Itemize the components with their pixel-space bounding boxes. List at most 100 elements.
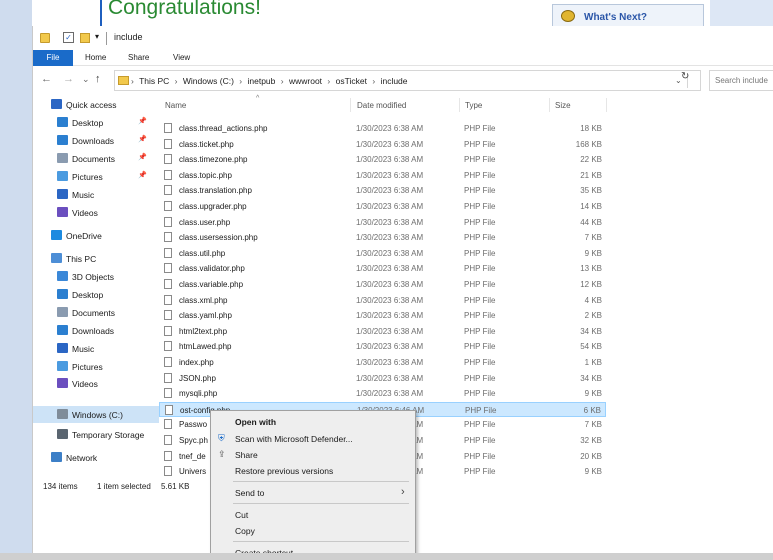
file-type: PHP File bbox=[464, 248, 496, 258]
customize-toolbar-icon[interactable]: ▾ bbox=[95, 32, 99, 44]
title-bar: ✓ ▾ include bbox=[33, 26, 773, 50]
file-size: 32 KB bbox=[580, 436, 602, 445]
file-name: class.translation.php bbox=[179, 186, 252, 196]
php-file-icon bbox=[164, 466, 172, 477]
sidebar-item-this-pc[interactable]: This PC bbox=[33, 250, 159, 267]
file-type: PHP File bbox=[464, 233, 496, 243]
breadcrumb-this-pc[interactable]: This PC bbox=[139, 76, 169, 86]
file-row[interactable]: class.timezone.php 1/30/2023 6:38 AM PHP F… bbox=[159, 152, 606, 168]
file-size: 13 KB bbox=[580, 264, 602, 274]
properties-icon[interactable]: ✓ bbox=[63, 32, 74, 43]
file-row[interactable]: class.validator.php 1/30/2023 6:38 AM PHP … bbox=[159, 261, 606, 277]
sidebar-item-downloads[interactable]: Downloads 📌 bbox=[33, 132, 159, 149]
menu-item-scan-defender[interactable]: ⛨ Scan with Microsoft Defender... bbox=[211, 430, 415, 446]
file-size: 44 KB bbox=[580, 217, 602, 227]
sidebar-item-network[interactable]: Network bbox=[33, 449, 159, 466]
file-row[interactable]: class.usersession.php 1/30/2023 6:38 AM PH… bbox=[159, 230, 606, 246]
file-date: 1/30/2023 6:38 AM bbox=[356, 233, 424, 243]
chevron-right-icon[interactable]: › bbox=[175, 76, 178, 86]
menu-separator bbox=[233, 481, 409, 482]
chevron-right-icon[interactable]: › bbox=[239, 76, 242, 86]
chevron-right-icon[interactable]: › bbox=[327, 76, 330, 86]
breadcrumb-inetpub[interactable]: inetpub bbox=[248, 76, 276, 86]
whats-next-box[interactable]: What's Next? bbox=[552, 4, 704, 28]
sidebar-item-temporary-storage[interactable]: Temporary Storage bbox=[33, 426, 159, 443]
file-row[interactable]: class.variable.php 1/30/2023 6:38 AM PHP F… bbox=[159, 277, 606, 293]
file-row[interactable]: class.xml.php 1/30/2023 6:38 AM PHP File 4 … bbox=[159, 293, 606, 309]
sidebar-item-videos[interactable]: Videos bbox=[33, 204, 159, 221]
file-type: PHP File bbox=[465, 405, 497, 415]
php-file-icon bbox=[164, 357, 172, 367]
downloads-icon bbox=[57, 135, 68, 145]
tab-file[interactable]: File bbox=[33, 50, 73, 66]
sidebar-item-documents[interactable]: Documents bbox=[33, 304, 159, 321]
navigation-bar: ← → ⌄ ↑ › This PC › Windows (C:) › inetp… bbox=[33, 66, 773, 96]
sidebar-item-windows-c[interactable]: Windows (C:) bbox=[33, 406, 159, 423]
breadcrumb-include[interactable]: include bbox=[381, 76, 408, 86]
forward-arrow-icon[interactable]: → bbox=[63, 73, 74, 85]
sidebar-item-pictures[interactable]: Pictures 📌 bbox=[33, 168, 159, 185]
sidebar-item-music[interactable]: Music bbox=[33, 340, 159, 357]
file-row[interactable]: class.user.php 1/30/2023 6:38 AM PHP File 4… bbox=[159, 215, 606, 231]
file-row[interactable]: class.yaml.php 1/30/2023 6:38 AM PHP File 2… bbox=[159, 308, 606, 324]
breadcrumb-windows-c[interactable]: Windows (C:) bbox=[183, 76, 234, 86]
column-header-size[interactable]: Size bbox=[555, 101, 571, 110]
file-date: 1/30/2023 6:38 AM bbox=[356, 124, 424, 133]
documents-icon bbox=[57, 307, 68, 317]
file-row[interactable]: mysqli.php 1/30/2023 6:38 AM PHP File 9 KB bbox=[159, 386, 606, 402]
address-bar[interactable]: › This PC › Windows (C:) › inetpub › www… bbox=[114, 70, 701, 91]
column-divider[interactable] bbox=[606, 98, 607, 112]
sidebar-item-3d-objects[interactable]: 3D Objects bbox=[33, 268, 159, 285]
file-row[interactable]: class.translation.php 1/30/2023 6:38 AM PH… bbox=[159, 183, 606, 199]
cube-icon bbox=[57, 271, 68, 281]
sidebar-item-documents[interactable]: Documents 📌 bbox=[33, 150, 159, 167]
sidebar-item-quick-access[interactable]: Quick access bbox=[33, 96, 159, 113]
recent-locations-icon[interactable]: ⌄ bbox=[82, 74, 90, 85]
menu-item-restore-versions[interactable]: Restore previous versions bbox=[211, 462, 415, 478]
column-divider[interactable] bbox=[350, 98, 351, 112]
refresh-icon[interactable]: ↻ bbox=[681, 71, 689, 82]
computer-icon bbox=[51, 253, 62, 263]
menu-item-share[interactable]: ⇪ Share bbox=[211, 446, 415, 462]
file-row[interactable]: class.upgrader.php 1/30/2023 6:38 AM PHP F… bbox=[159, 199, 606, 215]
sidebar-item-pictures[interactable]: Pictures bbox=[33, 358, 159, 375]
ribbon-tabs: File Home Share View bbox=[33, 50, 773, 66]
file-row[interactable]: JSON.php 1/30/2023 6:38 AM PHP File 34 KB bbox=[159, 371, 606, 387]
desktop-icon bbox=[57, 117, 68, 127]
sidebar-item-desktop[interactable]: Desktop 📌 bbox=[33, 114, 159, 131]
sidebar-item-downloads[interactable]: Downloads bbox=[33, 322, 159, 339]
sidebar-item-desktop[interactable]: Desktop bbox=[33, 286, 159, 303]
file-type: PHP File bbox=[464, 202, 496, 211]
column-header-name[interactable]: Name bbox=[165, 101, 186, 110]
up-arrow-icon[interactable]: ↑ bbox=[95, 73, 101, 85]
column-header-type[interactable]: Type bbox=[465, 101, 482, 110]
file-row[interactable]: class.ticket.php 1/30/2023 6:38 AM PHP Fil… bbox=[159, 137, 606, 153]
menu-item-send-to[interactable]: Send to › bbox=[211, 484, 415, 500]
file-row[interactable]: htmLawed.php 1/30/2023 6:38 AM PHP File 54 … bbox=[159, 339, 606, 355]
back-arrow-icon[interactable]: ← bbox=[41, 73, 52, 85]
column-divider[interactable] bbox=[459, 98, 460, 112]
menu-item-open-with[interactable]: Open with bbox=[211, 413, 415, 429]
file-row[interactable]: index.php 1/30/2023 6:38 AM PHP File 1 KB bbox=[159, 355, 606, 371]
breadcrumb-osticket[interactable]: osTicket bbox=[336, 76, 367, 86]
chevron-right-icon[interactable]: › bbox=[281, 76, 284, 86]
chevron-right-icon[interactable]: › bbox=[372, 76, 375, 86]
search-input[interactable]: Search include bbox=[709, 70, 773, 91]
sidebar-item-music[interactable]: Music bbox=[33, 186, 159, 203]
file-row[interactable]: class.util.php 1/30/2023 6:38 AM PHP File 9… bbox=[159, 246, 606, 262]
file-row[interactable]: html2text.php 1/30/2023 6:38 AM PHP File 34… bbox=[159, 324, 606, 340]
sidebar-item-onedrive[interactable]: OneDrive bbox=[33, 227, 159, 244]
menu-item-cut[interactable]: Cut bbox=[211, 506, 415, 522]
breadcrumb-wwwroot[interactable]: wwwroot bbox=[289, 76, 322, 86]
column-divider[interactable] bbox=[549, 98, 550, 112]
column-header-date[interactable]: Date modified bbox=[357, 101, 406, 110]
tab-view[interactable]: View bbox=[173, 50, 190, 66]
tab-home[interactable]: Home bbox=[85, 50, 106, 66]
file-row[interactable]: class.thread_actions.php 1/30/2023 6:38 A… bbox=[159, 121, 606, 137]
sidebar-item-videos[interactable]: Videos bbox=[33, 375, 159, 392]
file-row[interactable]: class.topic.php 1/30/2023 6:38 AM PHP File… bbox=[159, 168, 606, 184]
new-folder-icon[interactable] bbox=[80, 33, 90, 43]
file-date: 1/30/2023 6:38 AM bbox=[356, 248, 424, 258]
tab-share[interactable]: Share bbox=[128, 50, 149, 66]
menu-item-copy[interactable]: Copy bbox=[211, 522, 415, 538]
